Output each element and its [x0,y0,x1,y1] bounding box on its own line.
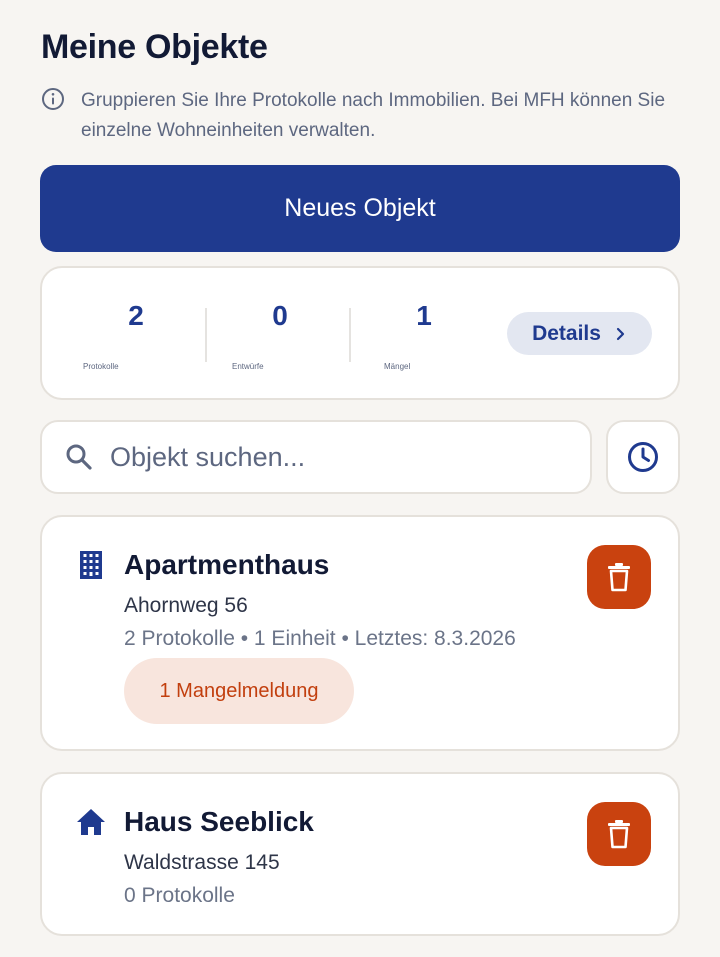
trash-icon [608,563,630,592]
defect-badge[interactable]: 1 Mangelmeldung [124,658,354,724]
trash-icon [608,820,630,849]
details-label: Details [532,321,601,345]
object-address: Ahornweg 56 [124,594,248,617]
new-object-button[interactable]: Neues Objekt [40,165,680,252]
search-icon [66,444,92,470]
details-button[interactable]: Details [507,312,652,355]
object-meta: 2 Protokolle • 1 Einheit • Letztes: 8.3.… [124,627,516,650]
search-box [40,420,592,494]
stat-entwuerfe: 0 Entwürfe [210,268,350,398]
stat-maengel-value: 1 [416,300,432,331]
stat-divider [349,308,351,362]
object-title: Apartmenthaus [124,549,330,580]
object-address: Waldstrasse 145 [124,851,280,874]
clock-icon [628,442,658,472]
info-hint: Gruppieren Sie Ihre Protokolle nach Immo… [41,86,681,146]
stat-divider [205,308,207,362]
stat-protokolle-label: Protokolle [83,362,119,371]
stat-protokolle: 2 Protokolle [66,268,206,398]
chevron-right-icon [616,327,625,340]
stat-entwuerfe-value: 0 [272,300,288,331]
object-card[interactable]: Haus Seeblick Waldstrasse 145 0 Protokol… [40,772,680,936]
info-circle-icon [42,88,64,110]
search-input[interactable] [110,441,550,473]
info-text: Gruppieren Sie Ihre Protokolle nach Immo… [81,90,666,141]
stats-card: 2 Protokolle 0 Entwürfe 1 Mängel Details [40,266,680,400]
history-button[interactable] [606,420,680,494]
stat-maengel-label: Mängel [384,362,411,371]
object-card[interactable]: Apartmenthaus Ahornweg 56 2 Protokolle •… [40,515,680,751]
apartment-building-icon [80,551,102,579]
house-icon [77,809,105,835]
objects-screen: Meine Objekte Gruppieren Sie Ihre Protok… [0,0,720,957]
delete-button[interactable] [587,545,651,609]
delete-button[interactable] [587,802,651,866]
object-meta: 0 Protokolle [124,884,235,907]
object-title: Haus Seeblick [124,806,314,837]
page-title: Meine Objekte [41,28,268,66]
stat-protokolle-value: 2 [128,300,144,331]
stat-entwuerfe-label: Entwürfe [232,362,264,371]
stat-maengel: 1 Mängel [354,268,494,398]
